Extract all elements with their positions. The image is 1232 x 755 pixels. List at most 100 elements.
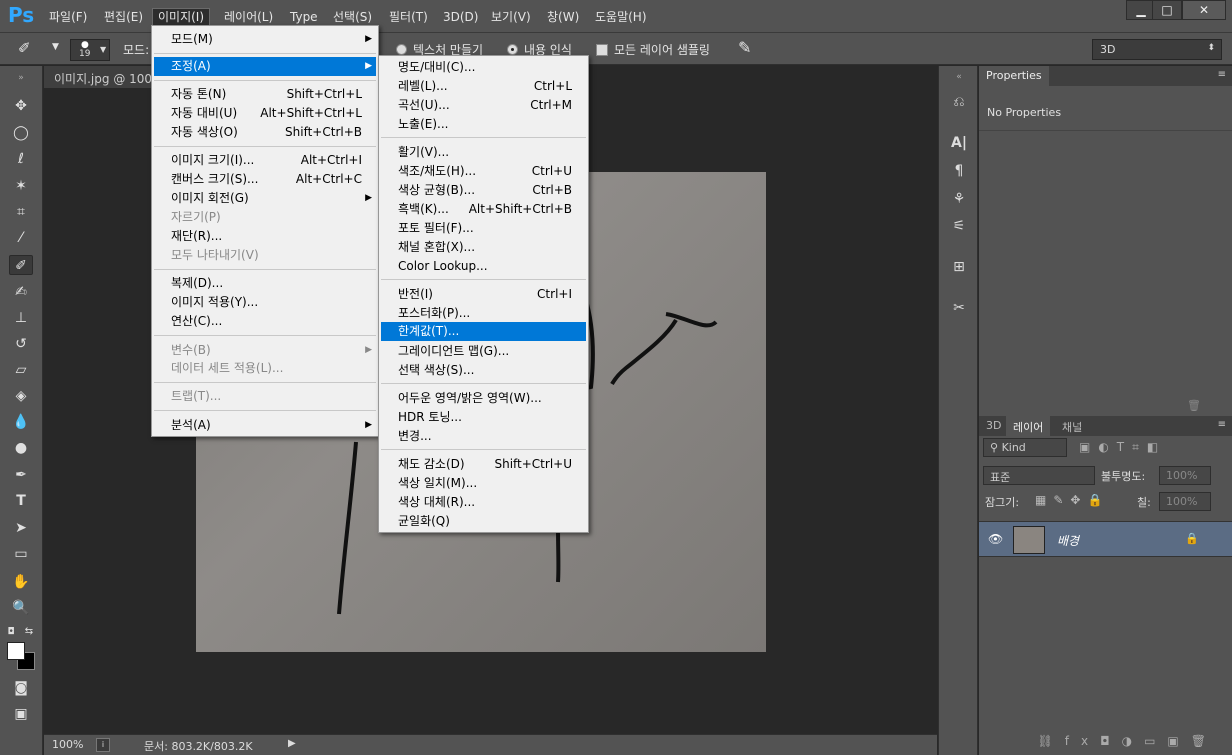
eraser-tool-icon[interactable]: ▱	[9, 360, 33, 380]
menu-item-variables[interactable]: 변수(B) ▶	[154, 341, 376, 360]
menu-item-image-size[interactable]: 이미지 크기(I)... Alt+Ctrl+I	[154, 151, 376, 170]
tab-3d[interactable]: 3D	[979, 416, 1008, 436]
eye-icon[interactable]: 👁	[988, 532, 1003, 546]
swap-colors-icon[interactable]: ⇆	[22, 622, 36, 642]
menu-item-equalize[interactable]: 균일화(Q)	[381, 512, 586, 531]
menu-item-duplicate[interactable]: 복제(D)...	[154, 274, 376, 293]
history-icon[interactable]: ⎌	[948, 91, 970, 113]
hand-tool-icon[interactable]: ✋	[9, 572, 33, 592]
tab-layers[interactable]: 레이어	[1006, 416, 1051, 436]
menu-item-gradient-map[interactable]: 그레이디언트 맵(G)...	[381, 342, 586, 361]
crop-tool-icon[interactable]: ⌗	[9, 202, 33, 222]
chevron-down-icon[interactable]: ▼	[52, 42, 59, 52]
opacity-field[interactable]: 100%	[1159, 466, 1211, 485]
menu-item-match-color[interactable]: 색상 일치(M)...	[381, 474, 586, 493]
screen-mode-icon[interactable]: ▣	[9, 704, 33, 724]
menu-item-black-white[interactable]: 흑백(K)... Alt+Shift+Ctrl+B	[381, 200, 586, 219]
menu-item-auto-color[interactable]: 자동 색상(O) Shift+Ctrl+B	[154, 123, 376, 142]
layer-filter-icons[interactable]: ▣◐T⌗◧	[1079, 440, 1166, 455]
paragraph-icon[interactable]: ¶	[948, 160, 970, 182]
menu-item-replace-color[interactable]: 색상 대체(R)...	[381, 493, 586, 512]
clone-source-icon[interactable]: ⊞	[948, 256, 970, 278]
menu-item-hue-saturation[interactable]: 색조/채도(H)... Ctrl+U	[381, 162, 586, 181]
menu-item-photo-filter[interactable]: 포토 필터(F)...	[381, 219, 586, 238]
menu-item-image-rotation[interactable]: 이미지 회전(G) ▶	[154, 189, 376, 208]
menu-file[interactable]: 파일(F)	[44, 8, 92, 26]
foreground-color-swatch[interactable]	[7, 642, 25, 660]
path-selection-tool-icon[interactable]: ➤	[9, 518, 33, 538]
menu-item-calculations[interactable]: 연산(C)...	[154, 312, 376, 331]
menu-item-color-lookup[interactable]: Color Lookup...	[381, 257, 586, 276]
menu-select[interactable]: 선택(S)	[328, 8, 377, 26]
layer-name[interactable]: 배경	[1057, 532, 1079, 549]
menu-item-levels[interactable]: 레벨(L)... Ctrl+L	[381, 77, 586, 96]
menu-item-trim[interactable]: 재단(R)...	[154, 227, 376, 246]
close-button[interactable]: ✕	[1182, 0, 1226, 20]
menu-item-adjustments[interactable]: 조정(A) ▶	[154, 57, 376, 76]
menu-item-mode[interactable]: 모드(M) ▶	[154, 30, 376, 49]
blur-tool-icon[interactable]: 💧	[9, 412, 33, 432]
menu-item-apply-image[interactable]: 이미지 적용(Y)...	[154, 293, 376, 312]
type-tool-icon[interactable]: T	[9, 491, 33, 511]
menu-item-vibrance[interactable]: 활기(V)...	[381, 143, 586, 162]
menu-layer[interactable]: 레이어(L)	[219, 8, 278, 26]
layer-filter-select[interactable]: ⚲ Kind	[983, 438, 1067, 457]
rectangle-tool-icon[interactable]: ▭	[9, 544, 33, 564]
menu-window[interactable]: 창(W)	[542, 8, 584, 26]
menu-edit[interactable]: 편집(E)	[99, 8, 148, 26]
tool-presets-icon[interactable]: ✂	[948, 297, 970, 319]
menu-item-crop[interactable]: 자르기(P)	[154, 208, 376, 227]
paint-bucket-tool-icon[interactable]: ◈	[9, 386, 33, 406]
layer-row[interactable]: 👁 배경 🔒	[979, 521, 1232, 557]
character-icon[interactable]: A|	[948, 132, 970, 154]
menu-3d[interactable]: 3D(D)	[438, 8, 483, 26]
menu-item-analysis[interactable]: 분석(A) ▶	[154, 416, 376, 435]
info-icon[interactable]: i	[96, 738, 110, 752]
menu-item-shadows-highlights[interactable]: 어두운 영역/밝은 영역(W)...	[381, 389, 586, 408]
pressure-brush-icon[interactable]: ✎	[738, 38, 751, 57]
document-tab[interactable]: 이미지.jpg @ 100%	[44, 66, 164, 88]
menu-item-brightness-contrast[interactable]: 명도/대비(C)...	[381, 58, 586, 77]
eyedropper-tool-icon[interactable]: ⁄	[9, 228, 33, 248]
quick-mask-icon[interactable]: ◙	[9, 678, 33, 698]
menu-item-auto-tone[interactable]: 자동 톤(N) Shift+Ctrl+L	[154, 85, 376, 104]
menu-item-desaturate[interactable]: 채도 감소(D) Shift+Ctrl+U	[381, 455, 586, 474]
tab-channels[interactable]: 채널	[1055, 416, 1089, 436]
tab-properties[interactable]: Properties	[979, 66, 1049, 86]
panel-menu-icon[interactable]: ≡	[1218, 69, 1226, 80]
menu-item-curves[interactable]: 곡선(U)... Ctrl+M	[381, 96, 586, 115]
lasso-tool-icon[interactable]: ℓ	[9, 149, 33, 169]
zoom-tool-icon[interactable]: 🔍	[9, 598, 33, 618]
zoom-level[interactable]: 100%	[52, 738, 83, 751]
brush-preset-picker[interactable]: ● 19 ▼	[70, 39, 110, 61]
collapse-icon[interactable]: «	[948, 66, 970, 88]
menu-type[interactable]: Type	[285, 8, 323, 26]
menu-help[interactable]: 도움말(H)	[590, 8, 652, 26]
menu-view[interactable]: 보기(V)	[486, 8, 536, 26]
history-brush-tool-icon[interactable]: ↺	[9, 334, 33, 354]
move-tool-icon[interactable]: ✥	[9, 96, 33, 116]
default-colors-icon[interactable]: ◘	[4, 622, 18, 642]
layers-footer-icons[interactable]: ⛓fx◘◑▭▣🗑	[979, 734, 1232, 755]
menu-item-apply-data-set[interactable]: 데이터 세트 적용(L)...	[154, 359, 376, 378]
panel-menu-icon[interactable]: ≡	[1218, 419, 1226, 430]
dodge-tool-icon[interactable]: ●	[9, 438, 33, 458]
brush-tool-icon[interactable]: ✍	[9, 282, 33, 302]
stamp-tool-icon[interactable]: ⊥	[9, 308, 33, 328]
sample-all-layers-checkbox[interactable]: 모든 레이어 샘플링	[596, 41, 710, 58]
play-arrow-icon[interactable]: ▶	[288, 738, 296, 749]
pen-tool-icon[interactable]: ✒	[9, 465, 33, 485]
menu-item-hdr-toning[interactable]: HDR 토닝...	[381, 408, 586, 427]
workspace-select[interactable]: 3D ⬍	[1092, 39, 1222, 60]
menu-item-auto-contrast[interactable]: 자동 대비(U) Alt+Shift+Ctrl+L	[154, 104, 376, 123]
menu-item-reveal-all[interactable]: 모두 나타내기(V)	[154, 246, 376, 265]
menu-item-selective-color[interactable]: 선택 색상(S)...	[381, 361, 586, 380]
menu-item-exposure[interactable]: 노출(E)...	[381, 115, 586, 134]
blend-mode-select[interactable]: 표준	[983, 466, 1095, 485]
menu-item-variations[interactable]: 변경...	[381, 427, 586, 446]
spot-healing-brush-icon[interactable]: ✐	[18, 39, 31, 57]
menu-filter[interactable]: 필터(T)	[384, 8, 433, 26]
fill-field[interactable]: 100%	[1159, 492, 1211, 511]
menu-item-trap[interactable]: 트랩(T)...	[154, 387, 376, 406]
menu-item-channel-mixer[interactable]: 채널 혼합(X)...	[381, 238, 586, 257]
